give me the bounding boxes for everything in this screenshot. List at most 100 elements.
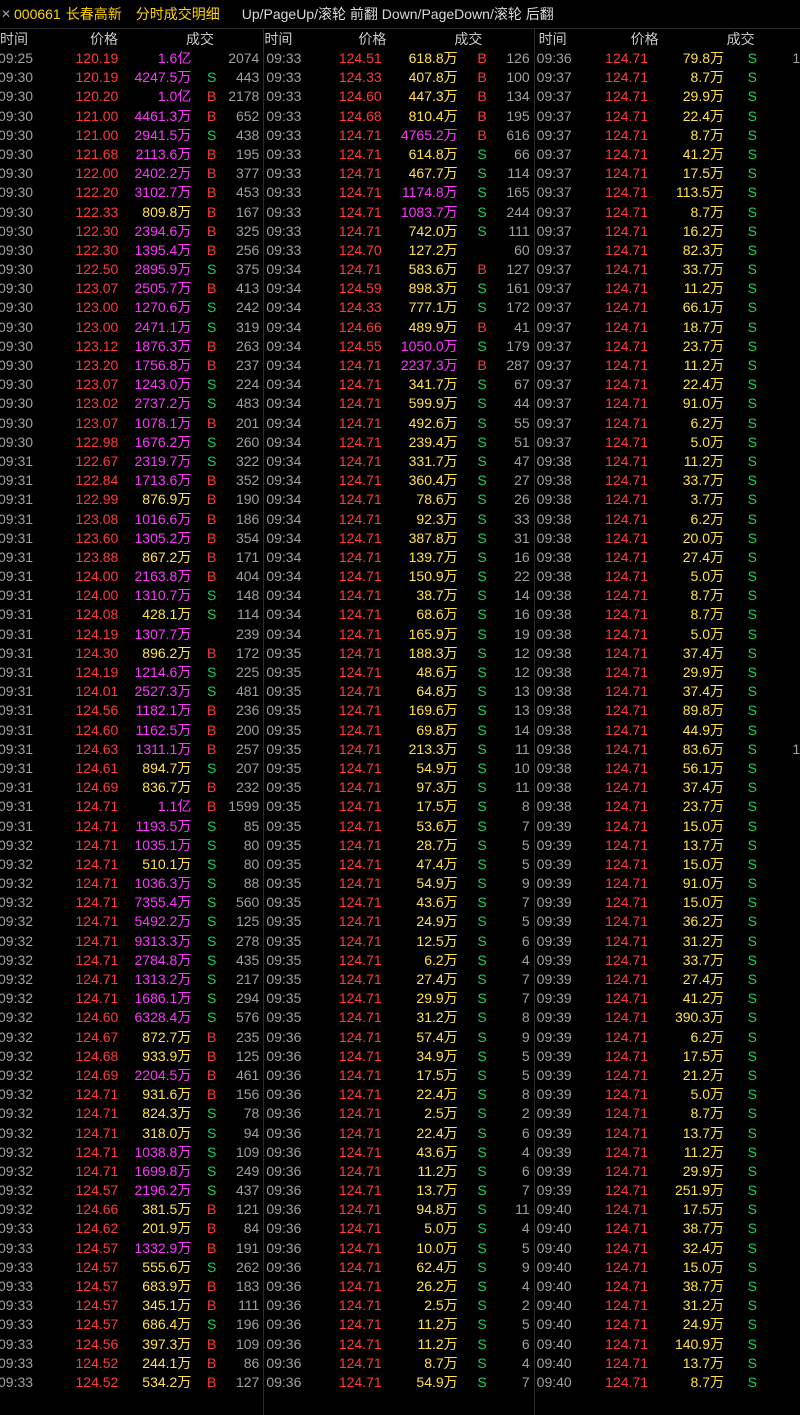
trade-price: 124.71 xyxy=(75,951,119,968)
trade-row: 09:36 124.71 22.4万 S 6 xyxy=(264,1124,533,1143)
trade-time: 09:32 xyxy=(0,1124,34,1141)
trade-amount: 2737.2万 xyxy=(134,395,192,412)
trade-price: 122.67 xyxy=(75,452,119,469)
trade-volume: 225 xyxy=(235,664,260,680)
trade-amount: 345.1万 xyxy=(142,1297,192,1314)
trade-direction: S xyxy=(477,1143,487,1160)
trade-time: 09:39 xyxy=(536,1105,572,1122)
trade-price: 124.61 xyxy=(75,759,119,776)
trade-volume: 294 xyxy=(235,990,260,1007)
trade-time: 09:39 xyxy=(536,1028,572,1045)
trade-time: 09:30 xyxy=(0,222,34,239)
close-icon[interactable]: ✕ xyxy=(0,7,12,21)
trade-direction: S xyxy=(477,472,487,489)
stock-name: 长春高新 xyxy=(65,6,122,22)
trade-amount: 165.9万 xyxy=(408,625,458,642)
trade-row: 09:38124.7189.8万S5 xyxy=(535,701,800,720)
trade-price: 124.71 xyxy=(75,875,119,892)
trade-amount: 18.7万 xyxy=(682,318,724,335)
trade-volume: 483 xyxy=(235,395,260,412)
trade-amount: 13.7万 xyxy=(682,836,724,853)
trade-price: 124.71 xyxy=(338,702,382,719)
trade-amount: 1.1亿 xyxy=(157,798,192,815)
trade-price: 124.70 xyxy=(338,241,382,258)
trade-direction: S xyxy=(207,664,217,680)
trade-row: 09:34 124.71 38.7万 S 14 xyxy=(264,586,533,605)
trade-time: 09:36 xyxy=(266,1354,302,1371)
trade-volume: 200 xyxy=(235,721,260,738)
trade-direction: S xyxy=(207,836,217,853)
trade-detail-grid[interactable]: 时间 价格 成交 09:25 120.19 1.6亿 2074 09:30 120.19 4… xyxy=(0,28,800,1415)
trade-time: 09:38 xyxy=(536,452,572,469)
trade-amount: 188.3万 xyxy=(408,644,458,661)
trade-row: 09:30 122.30 2394.6万 B 325 xyxy=(0,222,263,241)
trade-volume: 100 xyxy=(506,69,530,86)
trade-time: 09:25 xyxy=(0,50,34,66)
trade-direction: B xyxy=(207,510,217,527)
trade-amount: 36.2万 xyxy=(682,913,724,930)
trade-direction: B xyxy=(207,472,217,489)
trade-direction: S xyxy=(477,664,487,680)
trade-price: 124.62 xyxy=(75,1220,119,1237)
trade-amount: 2113.6万 xyxy=(135,145,192,162)
trade-price: 124.68 xyxy=(75,1047,119,1064)
trade-price: 124.71 xyxy=(338,683,382,700)
trade-direction: S xyxy=(207,1009,217,1026)
trade-direction: S xyxy=(207,913,217,930)
trade-row: 09:32 124.71 1313.2万 S 217 xyxy=(0,970,263,989)
trade-price: 124.71 xyxy=(338,222,382,239)
trade-direction: S xyxy=(747,1335,758,1352)
trade-amount: 97.3万 xyxy=(416,779,458,796)
trade-time: 09:39 xyxy=(536,1047,572,1064)
trade-time: 09:35 xyxy=(266,683,302,700)
trade-volume: 453 xyxy=(235,184,260,201)
trade-row: 09:36 124.71 54.9万 S 7 xyxy=(264,1373,533,1392)
trade-amount: 244.1万 xyxy=(142,1354,192,1371)
trade-amount: 1307.7万 xyxy=(134,625,192,642)
trade-direction: S xyxy=(747,548,758,565)
trade-column-1[interactable]: 时间 价格 成交 09:25 120.19 1.6亿 2074 09:30 120.19 4… xyxy=(0,29,265,1415)
trade-direction: S xyxy=(477,625,487,642)
trade-price: 123.00 xyxy=(75,318,119,335)
trade-direction: S xyxy=(477,855,487,872)
trade-amount: 1310.7万 xyxy=(134,587,192,604)
trade-time: 09:35 xyxy=(266,951,302,968)
trade-amount: 54.9万 xyxy=(416,759,458,776)
trade-row: 09:39124.715.0万S4 xyxy=(535,1085,800,1104)
trade-amount: 397.3万 xyxy=(142,1335,192,1352)
trade-amount: 360.4万 xyxy=(408,472,458,489)
trade-direction: S xyxy=(477,894,487,911)
trade-volume: 125 xyxy=(235,913,260,930)
trade-direction: B xyxy=(207,88,217,105)
trade-amount: 2204.5万 xyxy=(134,1066,192,1083)
trade-row: 09:33 124.71 614.8万 S 66 xyxy=(264,145,533,164)
trade-time: 09:32 xyxy=(0,951,34,968)
trade-direction: S xyxy=(477,836,487,853)
trade-time: 09:34 xyxy=(266,337,302,354)
trade-column-3[interactable]: 时间 价格 成交 09:36 124.71 79.8万 S 10 09:37 124.71 8… xyxy=(535,29,800,1415)
trade-direction: B xyxy=(207,491,217,508)
trade-volume: 7 xyxy=(521,894,530,911)
trade-direction: S xyxy=(747,50,758,66)
trade-price: 124.71 xyxy=(605,855,648,872)
trade-direction: S xyxy=(747,452,758,469)
trade-time: 09:39 xyxy=(536,875,572,892)
trade-column-2[interactable]: 时间 价格 成交 09:33 124.51 618.8万 B 126 09:33 124.3… xyxy=(264,29,535,1415)
trade-price: 124.71 xyxy=(338,1335,382,1352)
trade-price: 124.71 xyxy=(338,932,382,949)
trade-row: 09:38124.7133.7万S8 xyxy=(535,471,800,490)
trade-volume: 31 xyxy=(514,529,530,546)
trade-volume: 13 xyxy=(514,702,530,719)
trade-direction: S xyxy=(477,779,487,796)
trade-row: 09:36 124.71 79.8万 S 10 xyxy=(535,49,800,68)
trade-direction: B xyxy=(207,1086,217,1103)
trade-volume: 4 xyxy=(521,951,530,968)
trade-amount: 8.7万 xyxy=(424,1354,458,1371)
trade-time: 09:35 xyxy=(266,740,302,757)
trade-row: 09:40124.7115.0万S5 xyxy=(535,1258,800,1277)
trade-amount: 510.1万 xyxy=(142,855,192,872)
trade-price: 124.71 xyxy=(338,740,382,757)
trade-amount: 1876.3万 xyxy=(134,337,192,354)
trade-row: 09:32 124.71 1036.3万 S 88 xyxy=(0,874,263,893)
trade-direction: S xyxy=(747,1258,758,1275)
